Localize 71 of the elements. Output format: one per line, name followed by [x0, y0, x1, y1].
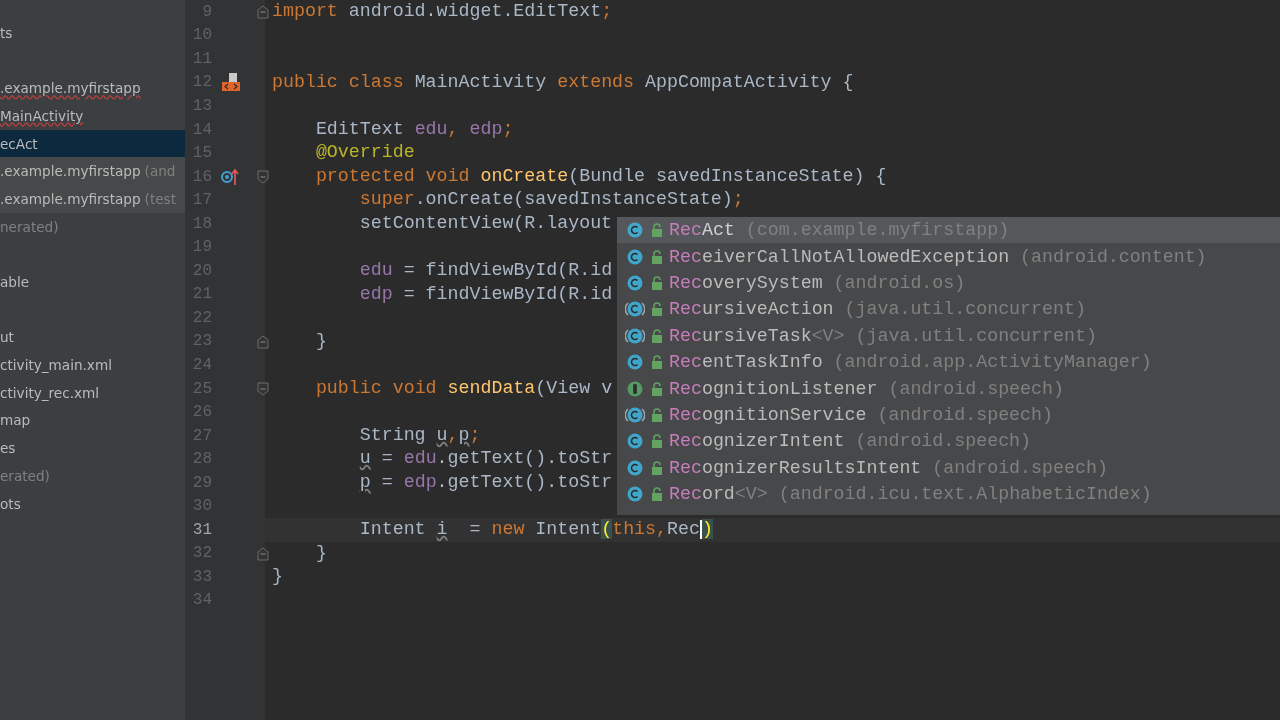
fold-marker-icon[interactable]: [257, 333, 269, 350]
completion-item[interactable]: RecentTaskInfo (android.app.ActivityManager): [617, 348, 1280, 376]
override-icon: [221, 167, 241, 186]
class-icon: [625, 247, 645, 266]
completion-item[interactable]: RecursiveAction (java.util.concurrent): [617, 296, 1280, 323]
tree-item[interactable]: nerated): [0, 212, 185, 241]
interface-icon: [625, 379, 645, 398]
line-number: 31: [191, 520, 212, 539]
completion-item[interactable]: ReceiverCallNotAllowedException (android.content): [617, 243, 1280, 270]
class-icon: [625, 485, 645, 504]
lock-icon: [651, 407, 663, 422]
completion-item[interactable]: Record<V> (android.icu.text.AlphabeticIndex): [617, 480, 1280, 508]
class-icon: [625, 458, 645, 477]
lock-icon: [651, 487, 663, 502]
tree-item[interactable]: ots: [0, 489, 185, 518]
lock-icon: [651, 434, 663, 449]
tree-item[interactable]: .example.myfirstapp: [0, 74, 185, 103]
code-line: import android.widget.EditText;: [271, 0, 613, 23]
completion-item[interactable]: RecognitionService (android.speech): [617, 401, 1280, 429]
tree-item[interactable]: es: [0, 434, 185, 462]
code-line: p = edp.getText().toStr: [358, 470, 613, 494]
code-line: }: [271, 565, 283, 589]
tree-item[interactable]: ctivity_main.xml: [0, 351, 185, 379]
code-line: super.onCreate(savedInstanceState);: [358, 188, 744, 212]
code-line: @Override: [314, 141, 415, 165]
lock-icon: [651, 460, 663, 475]
tree-item[interactable]: ecAct: [0, 129, 185, 158]
fold-marker-icon[interactable]: [257, 545, 269, 562]
lock-icon: [651, 355, 663, 370]
lock-icon: [651, 223, 663, 238]
code-line: EditText edu, edp;: [314, 117, 514, 141]
completion-item[interactable]: RecoverySystem (android.os): [617, 269, 1280, 297]
completion-item[interactable]: RecursiveTask<V> (java.util.concurrent): [617, 322, 1280, 349]
completion-item[interactable]: RecognitionListener (android.speech): [617, 375, 1280, 402]
class-icon: [625, 432, 645, 451]
lock-icon: [651, 328, 663, 343]
fold-marker-icon[interactable]: [257, 168, 269, 185]
code-line: setContentView(R.layout: [358, 211, 613, 235]
code-line: String u,p;: [358, 423, 481, 447]
abstract-class-icon: [625, 405, 645, 424]
tree-item[interactable]: .example.myfirstapp (and: [0, 157, 185, 186]
tree-item[interactable]: ts: [0, 19, 185, 47]
code-line: public void sendData(View v: [314, 376, 613, 400]
abstract-class-icon: [625, 326, 645, 345]
code-line: }: [314, 329, 327, 353]
tree-item[interactable]: ctivity_rec.xml: [0, 378, 185, 407]
tree-item[interactable]: erated): [0, 462, 185, 490]
class-icon: [625, 273, 645, 292]
code-line: }: [314, 541, 327, 565]
completion-item[interactable]: RecognizerIntent (android.speech): [617, 428, 1280, 455]
tree-item[interactable]: ut: [0, 323, 185, 352]
lock-icon: [651, 249, 663, 264]
fold-marker-icon[interactable]: [257, 380, 269, 397]
code-line: u = edu.getText().toStr: [358, 447, 613, 471]
lock-icon: [651, 381, 663, 396]
class-icon: [625, 353, 645, 372]
tree-item[interactable]: able: [0, 268, 185, 296]
class-icon: [625, 221, 645, 240]
tree-item[interactable]: MainActivity: [0, 102, 185, 130]
completion-item[interactable]: RecognizerResultsIntent (android.speech): [617, 454, 1280, 481]
fold-marker-icon[interactable]: [257, 4, 269, 20]
code-line: protected void onCreate(Bundle savedInstanceState) {: [314, 164, 887, 188]
abstract-class-icon: [625, 300, 645, 319]
tree-item[interactable]: map: [0, 406, 185, 435]
code-line: Intent i = new Intent(this,Rec): [358, 518, 713, 542]
code-line: public class MainActivity extends AppCompatActivity {: [271, 70, 854, 94]
lock-icon: [651, 275, 663, 290]
code-line: edu = findViewById(R.id: [358, 259, 613, 282]
code-line: edp = findViewById(R.id: [358, 282, 613, 306]
lock-icon: [651, 302, 663, 317]
tree-item[interactable]: .example.myfirstapp (test: [0, 185, 185, 213]
